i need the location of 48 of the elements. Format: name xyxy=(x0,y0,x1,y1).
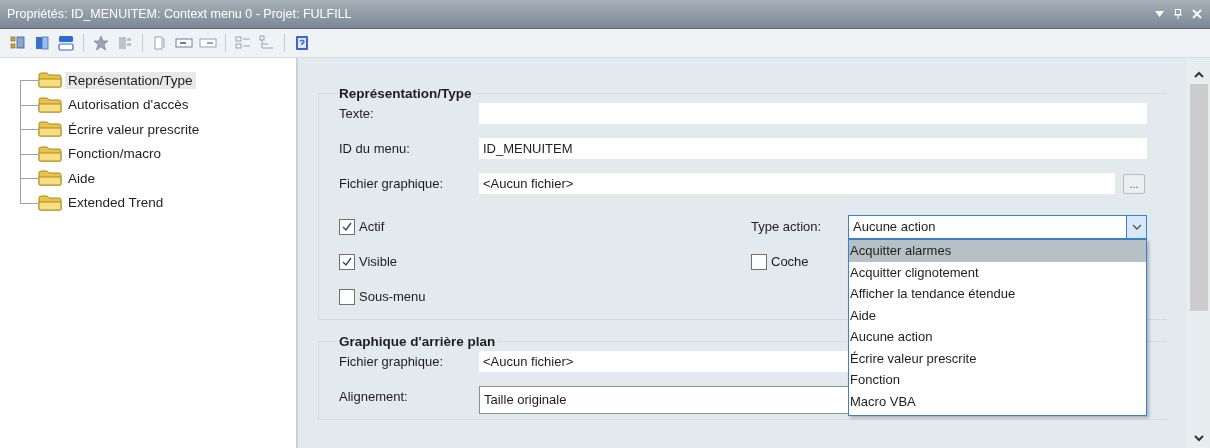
folder-icon xyxy=(38,72,62,89)
dropdown-option[interactable]: Acquitter alarmes xyxy=(849,240,1146,262)
window-title: Propriétés: ID_MENUITEM: Context menu 0 - Projet: FULFILL xyxy=(7,7,352,21)
checkbox-label: Coche xyxy=(771,254,809,269)
section-title: Graphique d'arrière plan xyxy=(338,334,497,349)
checkbox[interactable] xyxy=(339,253,355,270)
dropdown-option[interactable]: Aucune action xyxy=(849,326,1146,348)
field-label: Type action: xyxy=(751,219,823,234)
field-label: Fichier graphique: xyxy=(339,354,445,369)
scrollbar-thumb[interactable] xyxy=(1189,84,1208,311)
dropdown-field[interactable]: Aucune action xyxy=(848,214,1147,239)
field-label: ID du menu: xyxy=(339,141,411,156)
star-icon[interactable] xyxy=(91,33,111,53)
folder-icon xyxy=(38,170,62,187)
tree-item[interactable]: Représentation/Type xyxy=(65,71,196,89)
input-field[interactable]: ID_MENUITEM xyxy=(479,138,1147,159)
tree-item[interactable]: Aide xyxy=(65,169,99,187)
folder-icon xyxy=(38,145,62,162)
pin-icon[interactable] xyxy=(1174,9,1182,19)
section-title: Représentation/Type xyxy=(338,86,473,101)
folder-icon xyxy=(38,96,62,113)
tree-item[interactable]: Extended Trend xyxy=(65,194,167,212)
field-label: Alignement: xyxy=(339,389,409,404)
field-label: Fichier graphique: xyxy=(339,176,445,191)
checkbox-label: Sous-menu xyxy=(359,289,426,304)
checkbox[interactable] xyxy=(339,218,355,235)
dropdown-option[interactable]: Macro VBA xyxy=(849,390,1146,412)
dropdown-arrow-icon[interactable] xyxy=(1155,11,1164,17)
checkbox[interactable] xyxy=(751,253,767,270)
dropdown-option[interactable]: Aide xyxy=(849,304,1146,326)
scroll-down-icon[interactable] xyxy=(1192,435,1205,443)
checkbox-label: Visible xyxy=(359,254,398,269)
checkbox[interactable] xyxy=(339,288,355,305)
list-icon[interactable] xyxy=(56,33,76,53)
folder-icon xyxy=(38,194,62,211)
input-field[interactable]: <Aucun fichier> xyxy=(479,173,1115,194)
tree-item[interactable]: Autorisation d'accès xyxy=(65,96,192,114)
browse-button[interactable]: ... xyxy=(1123,173,1145,194)
folder-icon xyxy=(38,121,62,138)
tree-item[interactable]: Écrire valeur prescrite xyxy=(65,120,203,138)
checkbox-label: Actif xyxy=(359,219,385,234)
dropdown-option[interactable]: Afficher la tendance étendue xyxy=(849,283,1146,305)
dropdown-option[interactable]: Acquitter clignotement xyxy=(849,261,1146,283)
scroll-up-icon[interactable] xyxy=(1192,70,1205,78)
input-field[interactable] xyxy=(479,103,1147,124)
close-icon[interactable] xyxy=(1192,9,1202,19)
tree-item[interactable]: Fonction/macro xyxy=(65,145,165,163)
field-label: Texte: xyxy=(339,106,375,121)
